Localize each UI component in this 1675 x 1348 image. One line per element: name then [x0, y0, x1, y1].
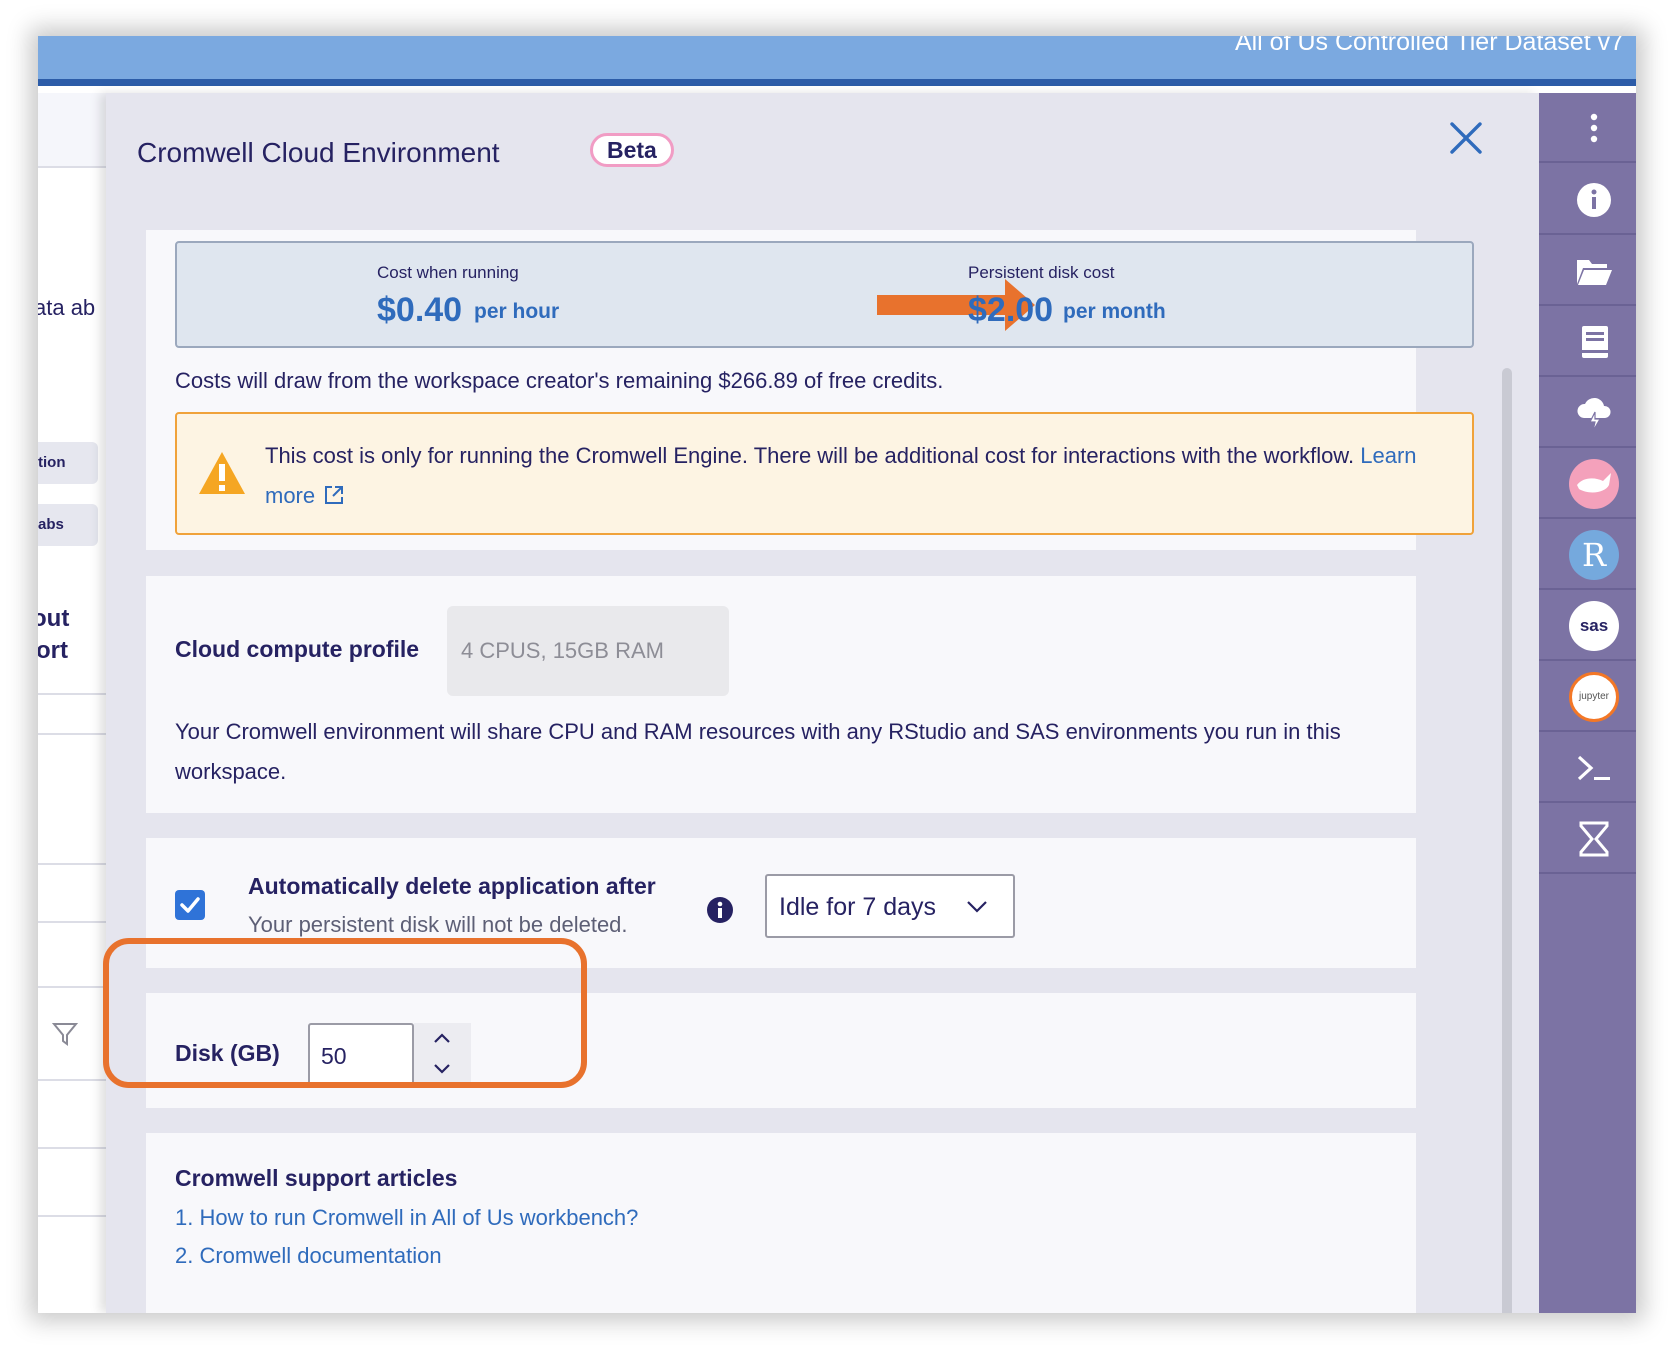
disk-size-stepper [414, 1023, 471, 1087]
increment-icon[interactable] [430, 1030, 454, 1046]
decrement-icon[interactable] [430, 1061, 454, 1077]
selected-duration: Idle for 7 days [779, 893, 937, 921]
support-link-run-cromwell[interactable]: 1. How to run Cromwell in All of Us work… [175, 1205, 638, 1231]
rstudio-icon: R [1569, 530, 1619, 580]
sidebar-more-button[interactable] [1539, 93, 1636, 163]
background-text-fragment: ata ab [38, 295, 96, 320]
scrollbar[interactable] [1502, 368, 1512, 1313]
sidebar-info-button[interactable] [1539, 165, 1636, 235]
compute-profile-select: 4 CPUS, 15GB RAM [447, 606, 729, 696]
auto-delete-section: Automatically delete application after Y… [146, 838, 1416, 968]
disk-section: Disk (GB) 50 [146, 993, 1416, 1108]
jupyter-icon: jupyter [1569, 672, 1619, 722]
chevron-down-icon [967, 901, 987, 913]
auto-delete-checkbox[interactable] [175, 890, 205, 920]
sidebar-rstudio-button[interactable]: R [1539, 520, 1636, 590]
cost-summary-box: Cost when running $0.40 per hour Persist… [175, 241, 1474, 348]
background-page: ata ab tion abs out ort [38, 93, 106, 1313]
sidebar-terminal-button[interactable] [1539, 733, 1636, 803]
sidebar-runtime-button[interactable] [1539, 804, 1636, 874]
filter-icon[interactable] [52, 1021, 78, 1047]
info-icon[interactable] [706, 896, 734, 924]
background-tabs-strip [38, 93, 106, 168]
disk-cost-unit: per month [1063, 300, 1166, 323]
cost-warning-box: This cost is only for running the Cromwe… [175, 412, 1474, 535]
screenshot-frame: All of Us Controlled Tier Dataset v7 ata… [38, 36, 1636, 1313]
running-cost-value: $0.40 [377, 291, 463, 329]
warning-message: This cost is only for running the Cromwe… [265, 443, 1355, 468]
divider [38, 1147, 106, 1149]
background-heading-fragment: ort [38, 637, 68, 664]
checkmark-icon [180, 897, 200, 913]
background-chip: tion [38, 442, 98, 484]
support-title: Cromwell support articles [175, 1165, 458, 1191]
background-heading-fragment: out [38, 605, 70, 632]
folder-icon [1577, 260, 1612, 285]
support-link-documentation[interactable]: 2. Cromwell documentation [175, 1243, 442, 1269]
terminal-icon [1577, 755, 1610, 781]
divider [38, 921, 106, 923]
disk-size-label: Disk (GB) [175, 1040, 280, 1066]
compute-profile-label: Cloud compute profile [175, 636, 420, 662]
dataset-title: All of Us Controlled Tier Dataset v7 [1234, 36, 1624, 56]
top-header: All of Us Controlled Tier Dataset v7 [38, 36, 1636, 86]
disk-cost-label: Persistent disk cost [968, 263, 1115, 282]
info-icon [1577, 183, 1611, 217]
compute-profile-note: Your Cromwell environment will share CPU… [175, 719, 1341, 784]
beta-badge: Beta [590, 133, 674, 167]
auto-delete-sublabel: Your persistent disk will not be deleted… [248, 912, 628, 937]
divider [38, 733, 106, 735]
sidebar-cromwell-button[interactable] [1539, 449, 1636, 519]
divider [38, 863, 106, 865]
support-section: Cromwell support articles 1. How to run … [146, 1133, 1416, 1313]
cromwell-whale-shape [1577, 473, 1611, 493]
cromwell-icon [1569, 459, 1619, 509]
close-icon[interactable] [1448, 120, 1484, 156]
disk-size-input[interactable]: 50 [308, 1023, 414, 1087]
warning-text: This cost is only for running the Cromwe… [265, 436, 1455, 516]
panel-title: Cromwell Cloud Environment [137, 137, 500, 168]
sidebar-cloud-button[interactable] [1539, 378, 1636, 448]
disk-cost-value: $2.00 [968, 291, 1054, 329]
external-link-icon [325, 486, 344, 504]
compute-profile-section: Cloud compute profile 4 CPUS, 15GB RAM Y… [146, 576, 1416, 813]
cromwell-environment-panel: Cromwell Cloud Environment Beta Cost whe… [106, 93, 1539, 1313]
divider [38, 1215, 106, 1217]
divider [38, 986, 106, 988]
notebook-icon [1582, 326, 1608, 358]
sidebar-sas-button[interactable]: sas [1539, 591, 1636, 661]
sas-icon: sas [1569, 601, 1619, 651]
warning-icon [199, 452, 245, 494]
divider [38, 1079, 106, 1081]
cloud-compute-icon [1577, 397, 1611, 432]
hourglass-icon [1579, 821, 1609, 857]
more-vertical-icon [1590, 113, 1598, 143]
cost-section: Cost when running $0.40 per hour Persist… [146, 230, 1474, 550]
background-chip: abs [38, 504, 98, 546]
right-sidebar: R sas jupyter [1539, 93, 1636, 1313]
sidebar-notebook-button[interactable] [1539, 307, 1636, 377]
running-cost-label: Cost when running [377, 263, 519, 282]
sidebar-jupyter-button[interactable]: jupyter [1539, 662, 1636, 732]
sidebar-files-button[interactable] [1539, 236, 1636, 306]
auto-delete-duration-select[interactable]: Idle for 7 days [765, 874, 1015, 938]
divider [38, 693, 106, 695]
running-cost-unit: per hour [474, 300, 560, 323]
auto-delete-label: Automatically delete application after [248, 873, 656, 899]
credits-note: Costs will draw from the workspace creat… [175, 368, 944, 393]
